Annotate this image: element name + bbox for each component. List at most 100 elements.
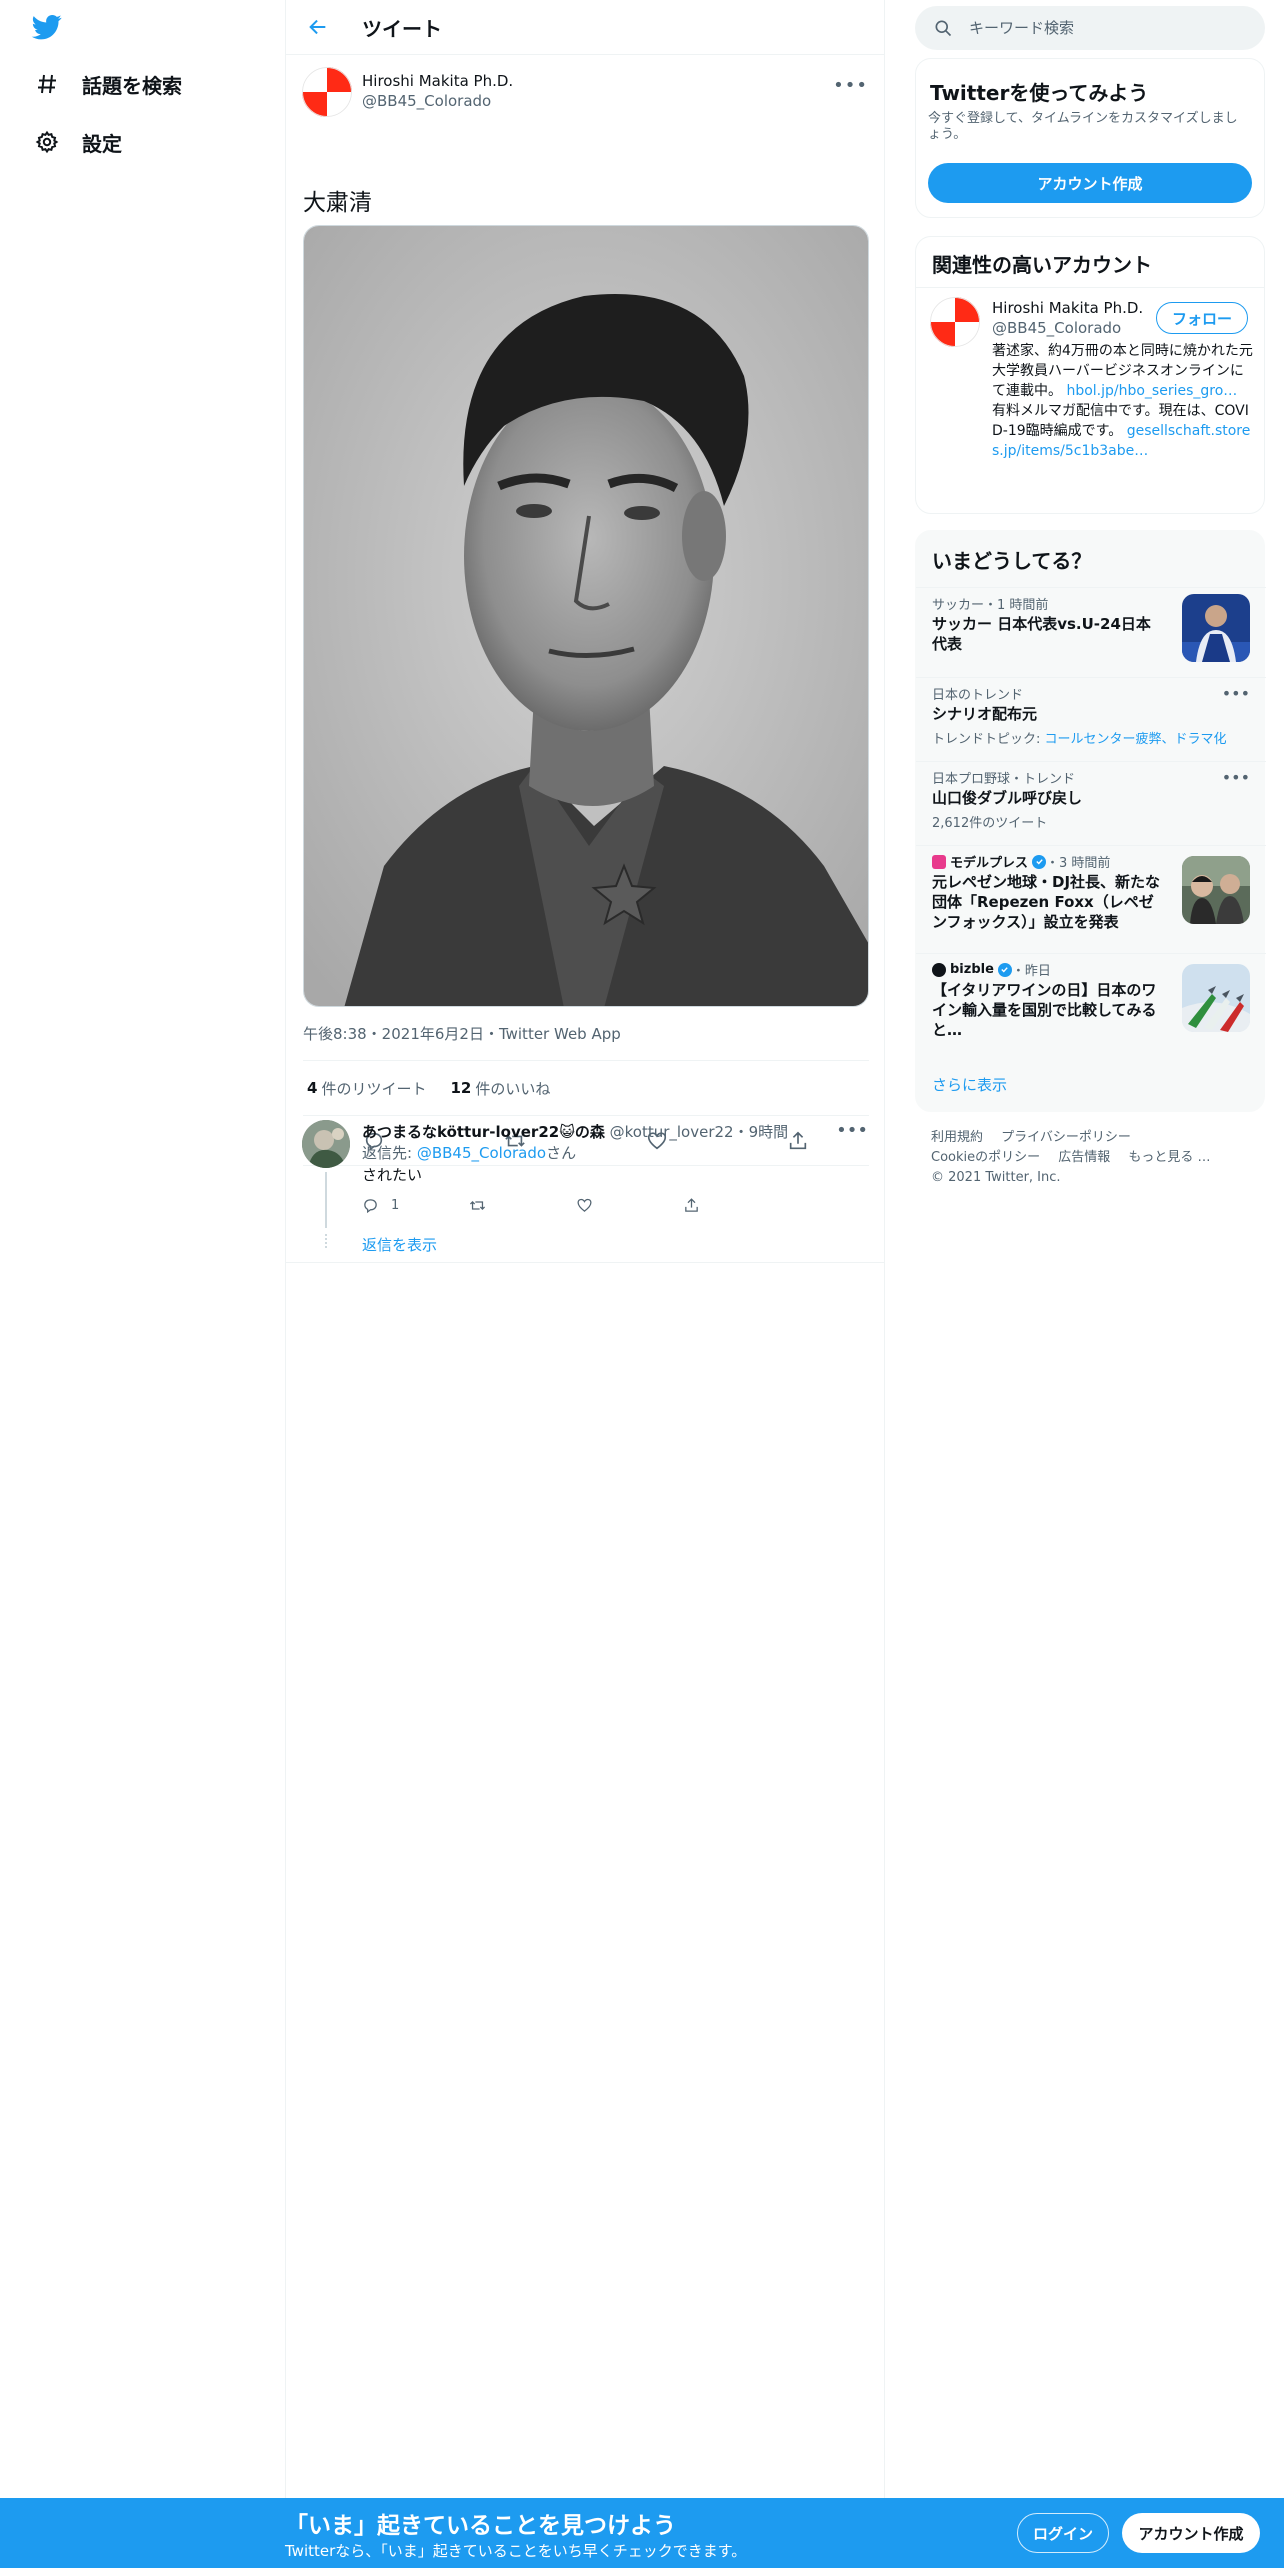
trend-more-options-icon[interactable]: •••: [1222, 684, 1250, 703]
reply-like-button[interactable]: [576, 1197, 683, 1214]
trend-thumbnail: [1182, 594, 1250, 662]
news-thumbnail: [1182, 856, 1250, 924]
footer-link-ads-info[interactable]: 広告情報: [1058, 1150, 1110, 1165]
search-input[interactable]: [969, 19, 1229, 37]
signup-card: Twitterを使ってみよう 今すぐ登録して、タイムラインをカスタマイズしましょ…: [915, 58, 1265, 218]
author-handle[interactable]: @BB45_Colorado: [362, 91, 513, 111]
portrait-image: [304, 226, 868, 1006]
more-options-icon[interactable]: •••: [833, 75, 868, 96]
reply-to-prefix: 返信先:: [362, 1144, 413, 1162]
reply-author-handle-time[interactable]: @kottur_lover22・9時間: [610, 1123, 789, 1141]
reply-text: されたい: [362, 1166, 423, 1184]
modelpress-logo-icon: [932, 854, 946, 869]
avatar[interactable]: [302, 67, 352, 117]
tweet-photo[interactable]: [303, 225, 869, 1007]
trend-more-options-icon[interactable]: •••: [1222, 768, 1250, 787]
bio-link-1[interactable]: hbol.jp/hbo_series_gro…: [1066, 383, 1237, 399]
trend-item[interactable]: サッカー・1 時間前 サッカー 日本代表vs.U-24日本代表: [916, 587, 1266, 677]
trend-topics: トレンドトピック: コールセンター疲弊、ドラマ化: [932, 728, 1227, 747]
main-column: ツイート Hiroshi Makita Ph.D. @BB45_Colorado…: [285, 0, 885, 2500]
follow-button[interactable]: フォロー: [1156, 302, 1248, 334]
thread-line: [325, 1172, 327, 1228]
reply-tweet[interactable]: あつまるなköttur-lover22😺の森 @kottur_lover22・9…: [286, 1110, 884, 1263]
tweet-text: 大粛清: [303, 190, 372, 216]
trend-topics-prefix: トレンドトピック:: [932, 732, 1041, 747]
like-count[interactable]: 12: [450, 1079, 471, 1097]
page-header: ツイート: [286, 0, 884, 55]
news-title: 【イタリアワインの日】日本のワイン輸入量を国別で比較してみると…: [932, 981, 1157, 1039]
news-source: bizble: [950, 962, 994, 977]
related-accounts-card: 関連性の高いアカウント Hiroshi Makita Ph.D. @BB45_C…: [915, 236, 1265, 514]
back-arrow-icon[interactable]: [300, 9, 336, 45]
footer-links: 利用規約 プライバシーポリシー Cookieのポリシー 広告情報 もっと見る ……: [931, 1128, 1251, 1188]
trend-title: 山口俊ダブル呼び戻し: [932, 789, 1083, 807]
retweet-count-label[interactable]: 件のリツイート: [321, 1078, 426, 1099]
trend-item[interactable]: 日本のトレンド シナリオ配布元 トレンドトピック: コールセンター疲弊、ドラマ化…: [916, 677, 1266, 761]
retweet-icon: [469, 1200, 486, 1210]
tweet-author[interactable]: Hiroshi Makita Ph.D. @BB45_Colorado: [302, 67, 513, 117]
trend-meta: サッカー・1 時間前: [932, 598, 1049, 613]
reply-reply-count: 1: [391, 1197, 400, 1213]
trend-meta: 日本プロ野球・トレンド: [932, 772, 1076, 787]
twitter-logo-icon[interactable]: [30, 12, 64, 42]
footer-link-privacy[interactable]: プライバシーポリシー: [1001, 1130, 1131, 1145]
search-icon: [935, 20, 952, 37]
like-count-label[interactable]: 件のいいね: [475, 1078, 550, 1099]
reply-retweet-button[interactable]: [469, 1197, 576, 1214]
signup-card-description: 今すぐ登録して、タイムラインをカスタマイズしましょう。: [928, 111, 1238, 142]
search-bar[interactable]: [915, 6, 1265, 50]
reply-avatar[interactable]: [302, 1120, 350, 1168]
news-time: ・3 時間前: [1046, 856, 1111, 871]
trend-tweet-count: 2,612件のツイート: [932, 816, 1048, 831]
reply-author-name[interactable]: あつまるなköttur-lover22😺の森: [362, 1123, 605, 1141]
reply-header: あつまるなköttur-lover22😺の森 @kottur_lover22・9…: [362, 1121, 788, 1142]
create-account-button[interactable]: アカウント作成: [928, 163, 1252, 203]
retweet-count[interactable]: 4: [307, 1079, 317, 1097]
trend-topics-links[interactable]: コールセンター疲弊、ドラマ化: [1045, 732, 1227, 747]
hashtag-icon: [34, 71, 60, 97]
show-replies-link[interactable]: 返信を表示: [362, 1234, 437, 1255]
tweet-stats: 4 件のリツイート 12 件のいいね: [303, 1060, 869, 1116]
news-title: 元レペゼン地球・DJ社長、新たな団体「Repezen Foxx（レペゼンフォック…: [932, 873, 1161, 931]
footer-link-terms[interactable]: 利用規約: [931, 1130, 983, 1145]
bottom-bar-title: 「いま」起きていることを見つけよう: [285, 2513, 676, 2539]
login-button[interactable]: ログイン: [1017, 2513, 1109, 2553]
trend-title: サッカー 日本代表vs.U-24日本代表: [932, 615, 1151, 653]
share-icon: [685, 1197, 698, 1212]
verified-badge-icon: [997, 962, 1012, 977]
reply-actions: 1: [362, 1192, 792, 1218]
bottom-bar-subtitle: Twitterなら、「いま」起きていることをいち早くチェックできます。: [285, 2542, 747, 2560]
gear-icon: [34, 129, 60, 155]
trends-card: いまどうしてる？ サッカー・1 時間前 サッカー 日本代表vs.U-24日本代表…: [915, 530, 1266, 1112]
related-account-handle[interactable]: @BB45_Colorado: [992, 319, 1121, 337]
news-thumbnail: [1182, 964, 1250, 1032]
left-navigation: 話題を検索 設定: [0, 0, 285, 2500]
footer-link-more[interactable]: もっと見る …: [1128, 1150, 1210, 1165]
reply-more-options-icon[interactable]: •••: [836, 1120, 868, 1141]
verified-badge-icon: [1032, 854, 1047, 869]
reply-reply-button[interactable]: 1: [362, 1197, 469, 1214]
reply-to-line: 返信先: @BB45_Coloradoさん: [362, 1142, 576, 1163]
reply-to-handle[interactable]: @BB45_Colorado: [417, 1144, 546, 1162]
trend-item[interactable]: 日本プロ野球・トレンド 山口俊ダブル呼び戻し 2,612件のツイート •••: [916, 761, 1266, 845]
related-accounts-title: 関連性の高いアカウント: [932, 253, 1152, 277]
nav-settings-label: 設定: [82, 131, 122, 156]
page-title: ツイート: [362, 16, 442, 41]
related-account-avatar[interactable]: [930, 297, 980, 347]
reply-to-suffix: さん: [546, 1144, 577, 1162]
reply-share-button[interactable]: [683, 1197, 790, 1214]
bottom-create-account-button[interactable]: アカウント作成: [1122, 2513, 1260, 2553]
trend-title: シナリオ配布元: [932, 705, 1038, 723]
footer-link-cookies[interactable]: Cookieのポリシー: [931, 1150, 1040, 1165]
reply-icon: [364, 1198, 377, 1213]
tweet-timestamp[interactable]: 午後8:38・2021年6月2日・Twitter Web App: [303, 1023, 621, 1044]
show-more-link[interactable]: さらに表示: [932, 1074, 1007, 1095]
related-account-name[interactable]: Hiroshi Makita Ph.D.: [992, 299, 1143, 317]
bizble-logo-icon: [932, 962, 946, 977]
news-item[interactable]: モデルプレス ・3 時間前 元レペゼン地球・DJ社長、新たな団体「Repezen…: [916, 845, 1266, 953]
news-item[interactable]: bizble ・昨日 【イタリアワインの日】日本のワイン輸入量を国別で比較してみ…: [916, 953, 1266, 1063]
like-icon: [577, 1198, 592, 1212]
nav-explore[interactable]: 話題を検索: [34, 64, 182, 104]
author-name[interactable]: Hiroshi Makita Ph.D.: [362, 71, 513, 91]
nav-settings[interactable]: 設定: [34, 122, 122, 162]
